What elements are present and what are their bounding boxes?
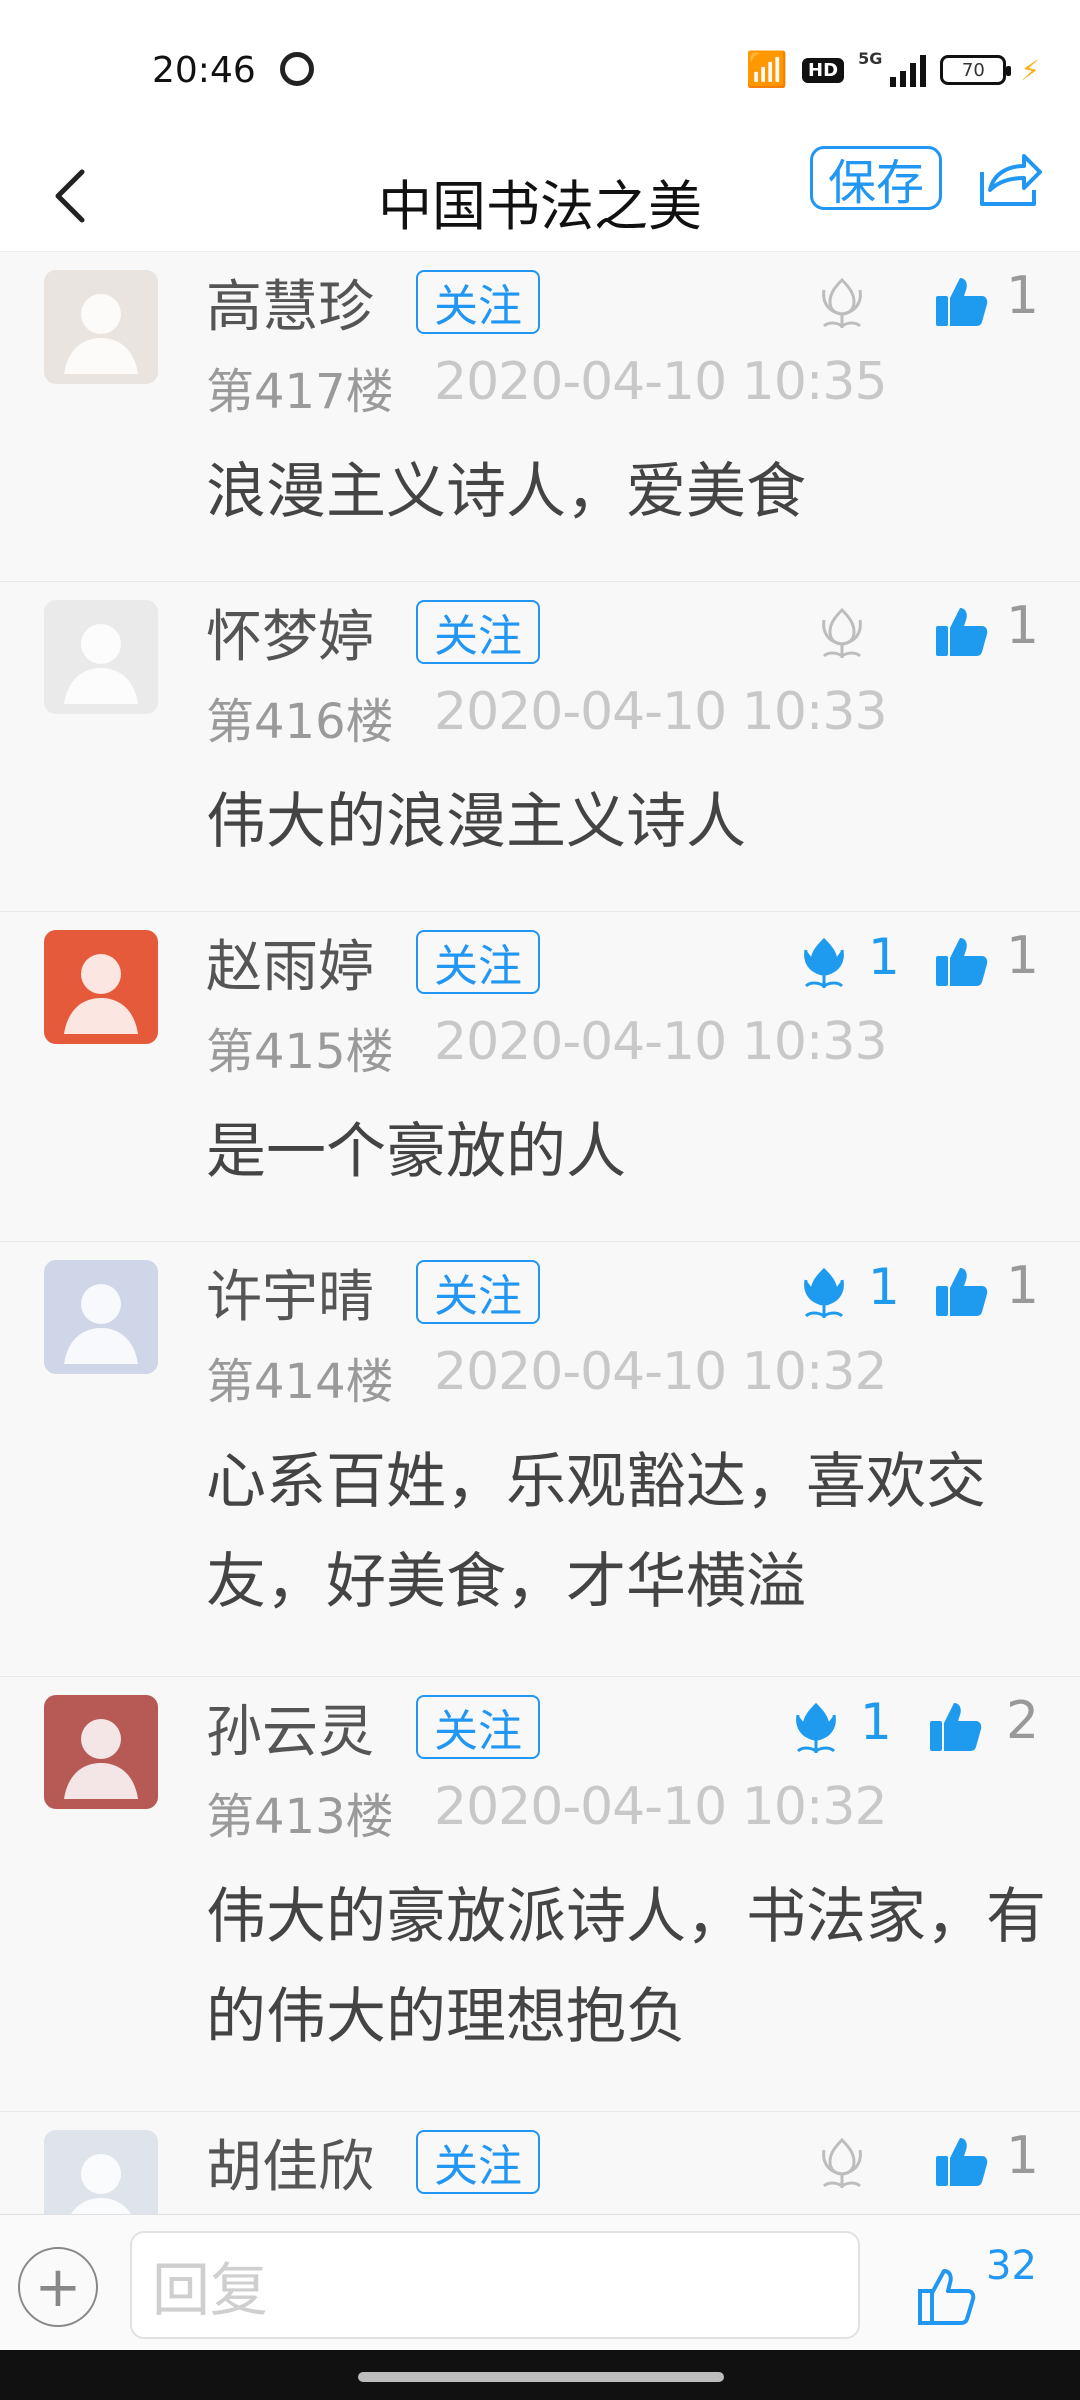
flower-icon[interactable] xyxy=(814,2132,870,2192)
comment-author[interactable]: 赵雨婷 xyxy=(206,922,374,1003)
signal-5g-label: 5G xyxy=(858,48,883,68)
like-count: 1 xyxy=(1006,926,1040,986)
battery-icon: 70 xyxy=(940,55,1012,85)
comment-item[interactable]: 怀梦婷 关注 第416楼 2020-04-10 10:33 伟大的浪漫主义诗人 1 xyxy=(0,582,1080,912)
follow-button[interactable]: 关注 xyxy=(416,2130,540,2194)
battery-level: 70 xyxy=(961,59,985,81)
comment-date: 2020-04-10 10:32 xyxy=(434,1777,888,1837)
thumb-up-icon[interactable] xyxy=(934,604,990,658)
hd-badge: HD xyxy=(802,57,845,83)
share-icon[interactable] xyxy=(976,150,1044,210)
thumb-up-outline-icon[interactable] xyxy=(914,2265,976,2327)
bottom-bar: + 回复 32 xyxy=(0,2214,1080,2350)
comment-author[interactable]: 高慧珍 xyxy=(206,262,374,343)
comment-author[interactable]: 怀梦婷 xyxy=(206,592,374,673)
like-count: 1 xyxy=(1006,2126,1040,2186)
comment-item[interactable]: 孙云灵 关注 第413楼 2020-04-10 10:32 伟大的豪放派诗人，书法家，有… xyxy=(0,1677,1080,2112)
charging-icon: ⚡ xyxy=(1020,53,1040,87)
avatar[interactable] xyxy=(44,270,158,384)
like-count: 1 xyxy=(1006,266,1040,326)
like-count: 1 xyxy=(1006,1256,1040,1316)
status-bar: 20:46 📶 HD 5G 70 ⚡ xyxy=(0,0,1080,140)
system-nav-bar xyxy=(0,2350,1080,2400)
comment-text: 伟大的豪放派诗人，书法家，有的伟大的理想抱负 xyxy=(206,1882,1046,2052)
flower-icon[interactable] xyxy=(814,272,870,332)
comment-date: 2020-04-10 10:32 xyxy=(434,1342,888,1402)
comment-text: 浪漫主义诗人，爱美食 xyxy=(206,457,806,527)
floor-number: 第414楼 xyxy=(206,1354,394,1410)
comment-author[interactable]: 许宇晴 xyxy=(206,1252,374,1333)
follow-button[interactable]: 关注 xyxy=(416,600,540,664)
thumb-up-icon[interactable] xyxy=(934,274,990,328)
home-handle[interactable] xyxy=(358,2372,724,2382)
flower-icon[interactable] xyxy=(796,1262,852,1322)
flower-icon[interactable] xyxy=(788,1697,844,1757)
comment-author[interactable]: 孙云灵 xyxy=(206,1687,374,1768)
wifi-icon: 📶 xyxy=(745,50,789,90)
flower-count: 1 xyxy=(860,1693,892,1751)
save-button[interactable]: 保存 xyxy=(810,146,942,211)
avatar[interactable] xyxy=(44,1260,158,1374)
reply-input[interactable]: 回复 xyxy=(130,2231,860,2339)
status-right: 📶 HD 5G 70 ⚡ xyxy=(745,48,1040,91)
thumb-up-icon[interactable] xyxy=(934,2134,990,2188)
comment-date: 2020-04-10 10:35 xyxy=(434,352,888,412)
like-count: 1 xyxy=(1006,596,1040,656)
ring-icon xyxy=(280,52,314,86)
signal-icon xyxy=(890,53,927,87)
comment-date: 2020-04-10 10:33 xyxy=(434,682,888,742)
comment-text: 心系百姓，乐观豁达，喜欢交友，好美食，才华横溢 xyxy=(206,1447,986,1617)
floor-number: 第417楼 xyxy=(206,364,394,420)
comment-item[interactable]: 赵雨婷 关注 第415楼 2020-04-10 10:33 是一个豪放的人 1 1 xyxy=(0,912,1080,1242)
comment-author[interactable]: 胡佳欣 xyxy=(206,2122,374,2203)
floor-number: 第416楼 xyxy=(206,694,394,750)
add-button[interactable]: + xyxy=(18,2247,98,2327)
like-count: 2 xyxy=(1006,1691,1040,1751)
avatar[interactable] xyxy=(44,1695,158,1809)
avatar[interactable] xyxy=(44,600,158,714)
follow-button[interactable]: 关注 xyxy=(416,930,540,994)
avatar[interactable] xyxy=(44,930,158,1044)
status-time: 20:46 xyxy=(152,50,256,91)
follow-button[interactable]: 关注 xyxy=(416,1260,540,1324)
flower-count: 1 xyxy=(868,1258,900,1316)
flower-icon[interactable] xyxy=(796,932,852,992)
flower-count: 1 xyxy=(868,928,900,986)
comment-list: 高慧珍 关注 第417楼 2020-04-10 10:35 浪漫主义诗人，爱美食 1 怀梦婷… xyxy=(0,252,1080,2267)
thumb-up-icon[interactable] xyxy=(928,1699,984,1753)
comment-item[interactable]: 高慧珍 关注 第417楼 2020-04-10 10:35 浪漫主义诗人，爱美食 1 xyxy=(0,252,1080,582)
flower-icon[interactable] xyxy=(814,602,870,662)
comment-text: 是一个豪放的人 xyxy=(206,1117,626,1187)
follow-button[interactable]: 关注 xyxy=(416,1695,540,1759)
thumb-up-icon[interactable] xyxy=(934,934,990,988)
floor-number: 第413楼 xyxy=(206,1789,394,1845)
thumb-up-icon[interactable] xyxy=(934,1264,990,1318)
comment-date: 2020-04-10 10:33 xyxy=(434,1012,888,1072)
follow-button[interactable]: 关注 xyxy=(416,270,540,334)
comment-item[interactable]: 许宇晴 关注 第414楼 2020-04-10 10:32 心系百姓，乐观豁达，喜欢交友… xyxy=(0,1242,1080,1677)
floor-number: 第415楼 xyxy=(206,1024,394,1080)
like-count: 32 xyxy=(986,2243,1037,2289)
comment-text: 伟大的浪漫主义诗人 xyxy=(206,787,746,857)
